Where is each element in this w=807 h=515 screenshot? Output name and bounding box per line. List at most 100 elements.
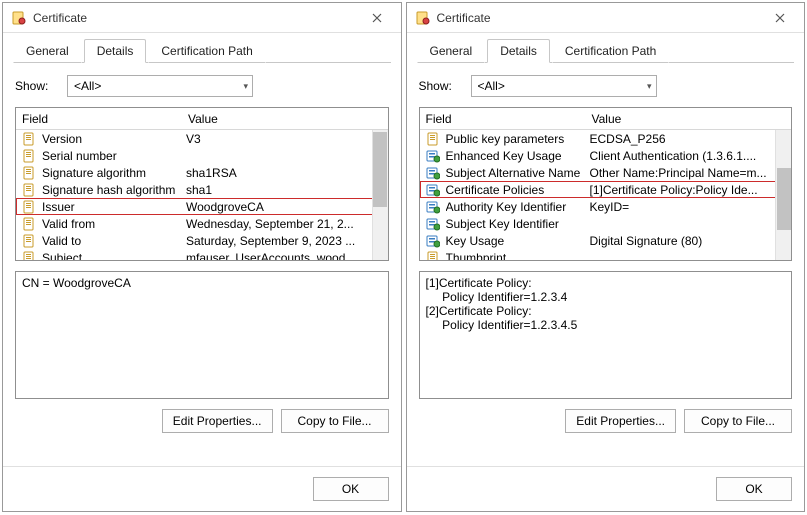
list-row[interactable]: Subject Alternative NameOther Name:Princ… <box>420 164 792 181</box>
row-field: Serial number <box>42 149 186 163</box>
property-icon <box>22 132 38 146</box>
row-field: Certificate Policies <box>446 183 590 197</box>
property-icon <box>22 200 38 214</box>
list-row[interactable]: Valid fromWednesday, September 21, 2... <box>16 215 388 232</box>
row-field: Subject Alternative Name <box>446 166 590 180</box>
detail-value-box[interactable]: [1]Certificate Policy: Policy Identifier… <box>419 271 793 399</box>
show-label: Show: <box>419 79 461 93</box>
show-dropdown-value: <All> <box>478 79 505 93</box>
body: Show: <All> ▾ Field Value Public key par… <box>407 63 805 466</box>
extension-icon <box>426 149 442 163</box>
list-row[interactable]: Signature algorithmsha1RSA <box>16 164 388 181</box>
list-row[interactable]: Public key parametersECDSA_P256 <box>420 130 792 147</box>
row-value: sha1 <box>186 183 388 197</box>
extension-icon <box>426 234 442 248</box>
extension-icon <box>426 200 442 214</box>
field-list[interactable]: Field Value VersionV3Serial numberSignat… <box>15 107 389 261</box>
list-row[interactable]: Thumbprint <box>420 249 792 260</box>
row-field: Subject Key Identifier <box>446 217 590 231</box>
show-dropdown[interactable]: <All> ▾ <box>471 75 657 97</box>
ok-button[interactable]: OK <box>716 477 792 501</box>
show-dropdown-value: <All> <box>74 79 101 93</box>
body: Show: <All> ▾ Field Value VersionV3Seria… <box>3 63 401 466</box>
field-list[interactable]: Field Value Public key parametersECDSA_P… <box>419 107 793 261</box>
row-field: Enhanced Key Usage <box>446 149 590 163</box>
list-row[interactable]: Authority Key IdentifierKeyID= <box>420 198 792 215</box>
copy-to-file-button[interactable]: Copy to File... <box>281 409 389 433</box>
list-row[interactable]: Enhanced Key UsageClient Authentication … <box>420 147 792 164</box>
list-row[interactable]: Serial number <box>16 147 388 164</box>
scrollbar[interactable] <box>775 130 791 260</box>
tab-certification-path[interactable]: Certification Path <box>148 39 265 63</box>
edit-properties-button[interactable]: Edit Properties... <box>565 409 676 433</box>
extension-icon <box>426 183 442 197</box>
list-body: VersionV3Serial numberSignature algorith… <box>16 130 388 260</box>
row-field: Public key parameters <box>446 132 590 146</box>
scrollbar[interactable] <box>372 130 388 260</box>
row-field: Key Usage <box>446 234 590 248</box>
show-row: Show: <All> ▾ <box>419 75 793 97</box>
row-field: Version <box>42 132 186 146</box>
row-value: Wednesday, September 21, 2... <box>186 217 388 231</box>
property-icon <box>22 217 38 231</box>
row-value: KeyID= <box>590 200 792 214</box>
button-row: Edit Properties... Copy to File... <box>15 409 389 433</box>
window-title: Certificate <box>437 11 761 25</box>
edit-properties-button[interactable]: Edit Properties... <box>162 409 273 433</box>
list-row[interactable]: Subjectmfauser, UserAccounts, wood... <box>16 249 388 260</box>
row-field: Valid from <box>42 217 186 231</box>
header-field[interactable]: Field <box>420 112 588 126</box>
list-row[interactable]: Key UsageDigital Signature (80) <box>420 232 792 249</box>
list-row[interactable]: VersionV3 <box>16 130 388 147</box>
close-button[interactable] <box>357 5 397 31</box>
list-row[interactable]: Valid toSaturday, September 9, 2023 ... <box>16 232 388 249</box>
list-row[interactable]: Certificate Policies[1]Certificate Polic… <box>420 181 792 198</box>
row-value: Saturday, September 9, 2023 ... <box>186 234 388 248</box>
property-icon <box>426 132 442 146</box>
footer: OK <box>407 466 805 511</box>
row-field: Issuer <box>42 200 186 214</box>
list-row[interactable]: Subject Key Identifier <box>420 215 792 232</box>
ok-button[interactable]: OK <box>313 477 389 501</box>
row-value: ECDSA_P256 <box>590 132 792 146</box>
copy-to-file-button[interactable]: Copy to File... <box>684 409 792 433</box>
tab-certification-path[interactable]: Certification Path <box>552 39 669 63</box>
property-icon <box>22 183 38 197</box>
row-value: [1]Certificate Policy:Policy Ide... <box>590 183 792 197</box>
show-dropdown[interactable]: <All> ▾ <box>67 75 253 97</box>
scrollbar-thumb[interactable] <box>777 168 791 230</box>
row-value: Digital Signature (80) <box>590 234 792 248</box>
tab-details[interactable]: Details <box>487 39 550 63</box>
close-button[interactable] <box>760 5 800 31</box>
window-title: Certificate <box>33 11 357 25</box>
show-row: Show: <All> ▾ <box>15 75 389 97</box>
header-field[interactable]: Field <box>16 112 184 126</box>
extension-icon <box>426 166 442 180</box>
tab-strip: General Details Certification Path <box>407 33 805 63</box>
row-value: sha1RSA <box>186 166 388 180</box>
row-field: Authority Key Identifier <box>446 200 590 214</box>
scrollbar-thumb[interactable] <box>373 132 387 207</box>
tab-details[interactable]: Details <box>84 39 147 63</box>
list-row[interactable]: Signature hash algorithmsha1 <box>16 181 388 198</box>
tab-general[interactable]: General <box>13 39 82 63</box>
property-icon <box>426 251 442 261</box>
row-value: Client Authentication (1.3.6.1.... <box>590 149 792 163</box>
property-icon <box>22 149 38 163</box>
row-value: V3 <box>186 132 388 146</box>
row-field: Signature hash algorithm <box>42 183 186 197</box>
extension-icon <box>426 217 442 231</box>
list-row[interactable]: IssuerWoodgroveCA <box>16 198 388 215</box>
detail-value-box[interactable]: CN = WoodgroveCA <box>15 271 389 399</box>
row-field: Thumbprint <box>446 251 590 261</box>
row-field: Signature algorithm <box>42 166 186 180</box>
header-value[interactable]: Value <box>184 112 388 126</box>
tab-general[interactable]: General <box>417 39 486 63</box>
header-value[interactable]: Value <box>588 112 792 126</box>
tab-strip: General Details Certification Path <box>3 33 401 63</box>
titlebar: Certificate <box>407 3 805 33</box>
certificate-icon <box>11 10 27 26</box>
chevron-down-icon: ▾ <box>243 81 248 92</box>
list-header: Field Value <box>16 108 388 130</box>
property-icon <box>22 251 38 261</box>
